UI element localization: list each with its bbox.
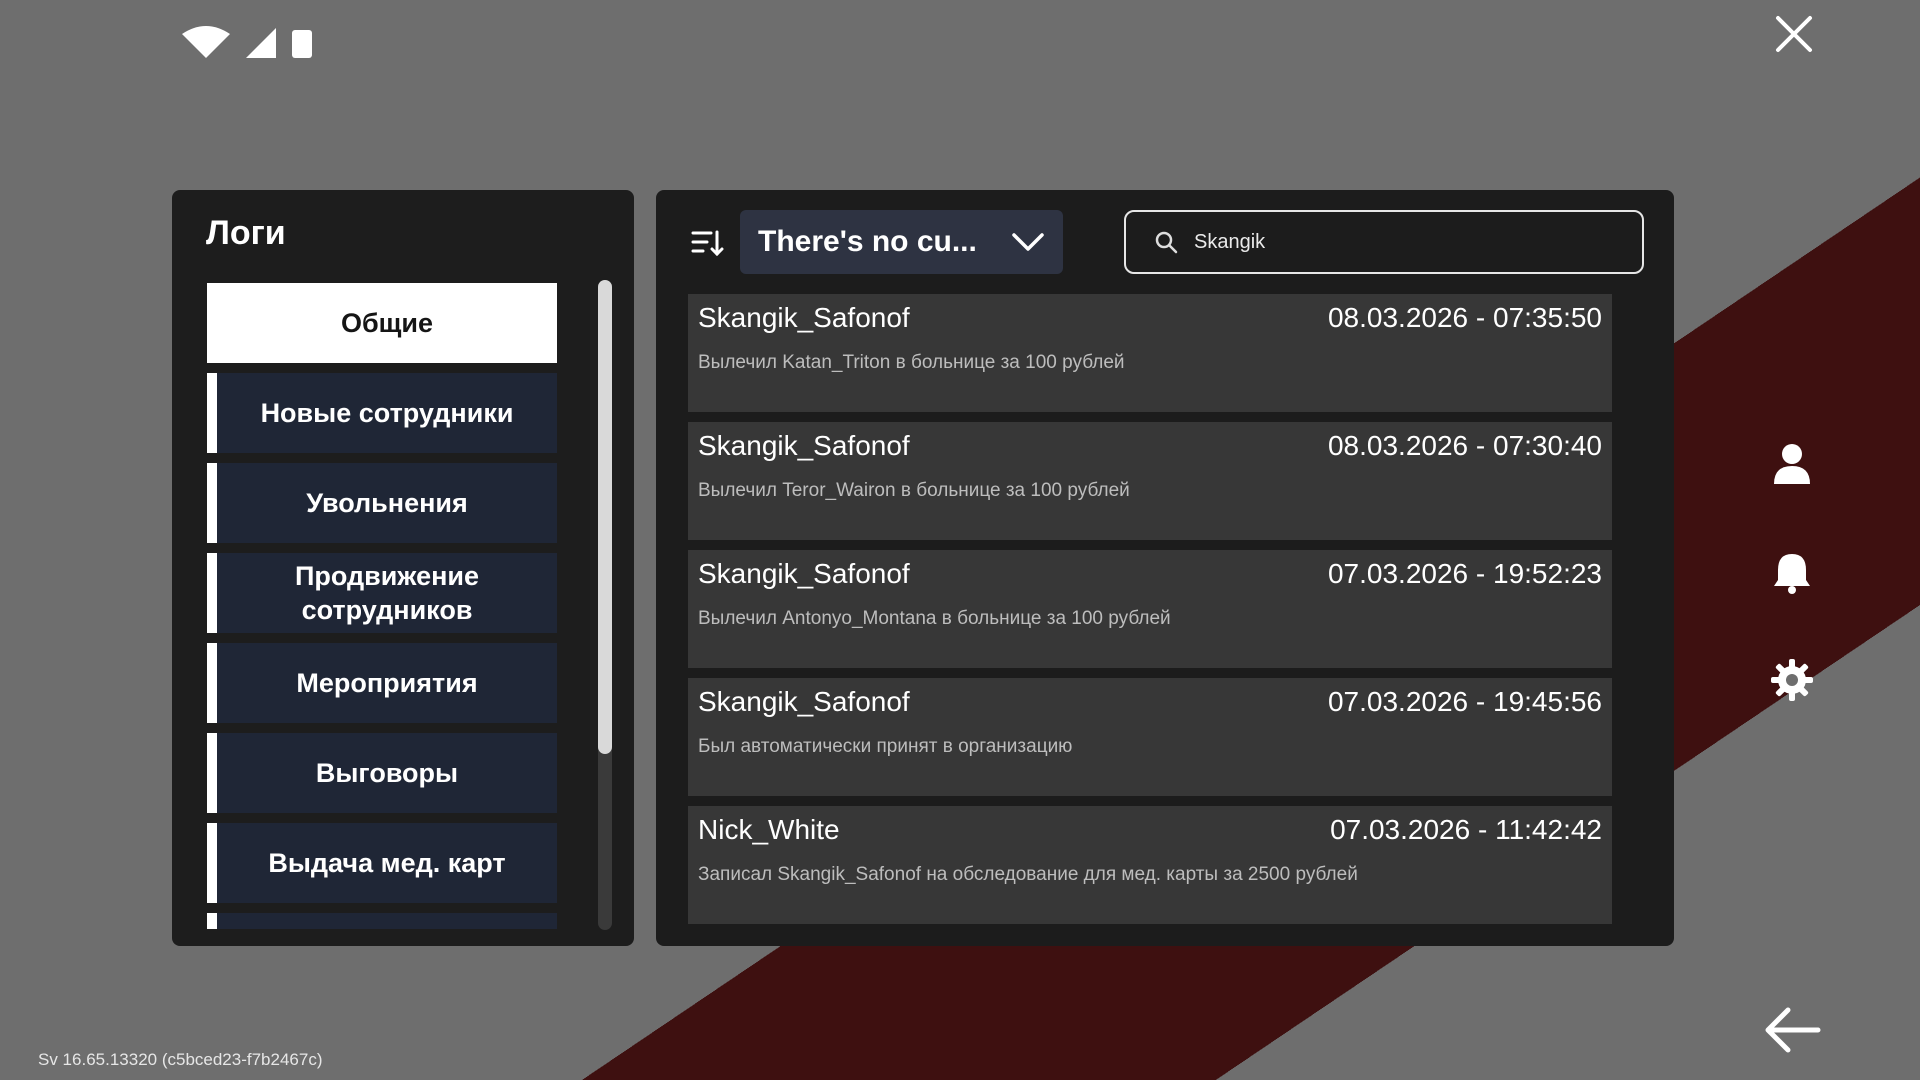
battery-icon xyxy=(292,30,312,58)
category-label: Увольнения xyxy=(306,488,468,518)
back-arrow-icon[interactable] xyxy=(1762,1004,1822,1056)
category-more[interactable] xyxy=(207,913,557,929)
log-description: Вылечил Antonyo_Montana в больнице за 10… xyxy=(698,608,1171,629)
log-user: Skangik_Safonof xyxy=(698,430,910,461)
notifications-button[interactable] xyxy=(1768,548,1816,596)
log-time: 08.03.2026 - 07:35:50 xyxy=(1327,302,1602,333)
category-label: Общие xyxy=(340,308,434,338)
log-entry[interactable]: Skangik_Safonof 08.03.2026 - 07:30:40 Вы… xyxy=(688,422,1612,540)
category-label: Мероприятия xyxy=(296,668,478,698)
log-user: Skangik_Safonof xyxy=(698,686,910,717)
category-label: Выдача мед. карт xyxy=(268,848,506,878)
version-label: Sv 16.65.13320 (c5bced23-f7b2467c) xyxy=(38,1050,323,1069)
category-scrollbar[interactable] xyxy=(598,280,612,930)
log-time: 08.03.2026 - 07:30:40 xyxy=(1327,430,1602,461)
scrollbar-thumb[interactable] xyxy=(598,280,612,754)
log-user: Skangik_Safonof xyxy=(698,302,910,333)
dropdown-value: There's no cu... xyxy=(758,225,977,258)
status-bar xyxy=(180,24,314,60)
log-time: 07.03.2026 - 11:42:42 xyxy=(1330,814,1602,845)
log-description: Был автоматически принят в организацию xyxy=(698,736,1073,757)
close-icon[interactable] xyxy=(1772,12,1816,56)
panel-title: Логи xyxy=(206,214,286,252)
wifi-icon xyxy=(182,26,230,58)
log-entry[interactable]: Nick_White 07.03.2026 - 11:42:42 Записал… xyxy=(688,806,1612,924)
category-label: Продвижение сотрудников xyxy=(294,561,480,625)
category-med-cards[interactable]: Выдача мед. карт xyxy=(207,823,557,903)
search-input[interactable] xyxy=(1192,229,1642,255)
log-user: Skangik_Safonof xyxy=(698,558,910,589)
logs-category-panel: Логи Общие Новые сотрудники Увольнения П… xyxy=(172,190,634,946)
category-promotions[interactable]: Продвижение сотрудников xyxy=(207,553,557,633)
right-rail xyxy=(1768,440,1816,704)
log-description: Записал Skangik_Safonof на обследование … xyxy=(698,864,1358,885)
category-list: Общие Новые сотрудники Увольнения Продви… xyxy=(207,283,557,929)
log-description: Вылечил Katan_Triton в больнице за 100 р… xyxy=(698,352,1125,373)
log-time: 07.03.2026 - 19:45:56 xyxy=(1327,686,1602,717)
category-general[interactable]: Общие xyxy=(207,283,557,363)
log-entry[interactable]: Skangik_Safonof 07.03.2026 - 19:45:56 Бы… xyxy=(688,678,1612,796)
log-entry[interactable]: Skangik_Safonof 08.03.2026 - 07:35:50 Вы… xyxy=(688,294,1612,412)
log-entry[interactable]: Skangik_Safonof 07.03.2026 - 19:52:23 Вы… xyxy=(688,550,1612,668)
category-reprimands[interactable]: Выговоры xyxy=(207,733,557,813)
chevron-down-icon xyxy=(1012,233,1044,251)
category-new-employees[interactable]: Новые сотрудники xyxy=(207,373,557,453)
category-label: Новые сотрудники xyxy=(260,398,514,428)
signal-icon xyxy=(246,28,276,58)
user-icon xyxy=(1774,444,1810,484)
bell-icon xyxy=(1774,554,1810,594)
search-field[interactable] xyxy=(1124,210,1644,274)
log-user: Nick_White xyxy=(698,814,840,845)
search-icon xyxy=(1155,231,1178,254)
sort-icon[interactable] xyxy=(690,228,724,258)
category-events[interactable]: Мероприятия xyxy=(207,643,557,723)
logs-panel: There's no cu... Skangik_Safonof 08.03.2… xyxy=(656,190,1674,946)
profile-button[interactable] xyxy=(1768,440,1816,488)
log-description: Вылечил Teror_Wairon в больнице за 100 р… xyxy=(698,480,1130,501)
gear-icon xyxy=(1771,659,1813,701)
category-dismissals[interactable]: Увольнения xyxy=(207,463,557,543)
log-time: 07.03.2026 - 19:52:23 xyxy=(1327,558,1602,589)
log-list: Skangik_Safonof 08.03.2026 - 07:35:50 Вы… xyxy=(688,294,1612,924)
filter-dropdown[interactable]: There's no cu... xyxy=(740,210,1063,274)
settings-button[interactable] xyxy=(1768,656,1816,704)
category-label: Выговоры xyxy=(315,758,459,788)
